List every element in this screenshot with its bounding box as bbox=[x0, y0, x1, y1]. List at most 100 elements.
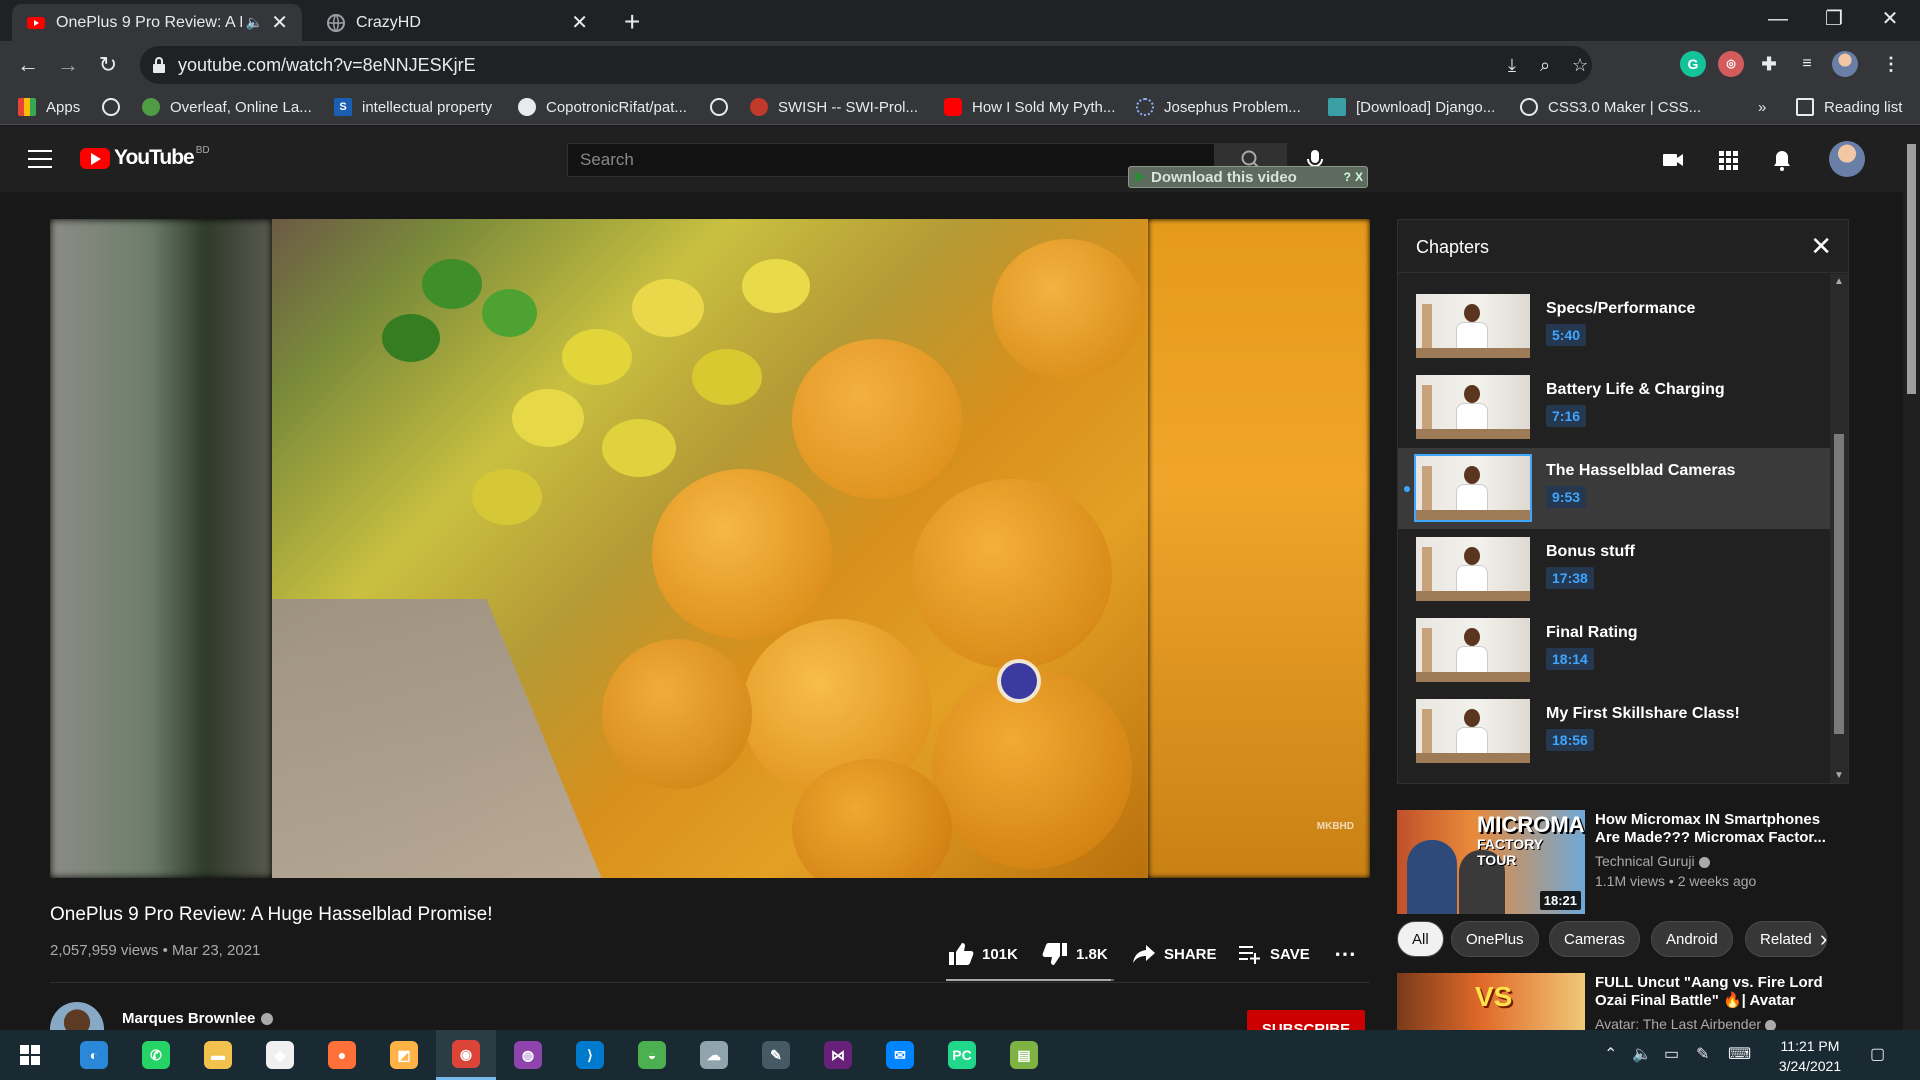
chapter-item[interactable]: My First Skillshare Class! 18:56 bbox=[1398, 691, 1830, 772]
grammarly-extension-icon[interactable]: G bbox=[1680, 51, 1706, 77]
zoom-icon[interactable]: ⌕ bbox=[1540, 55, 1550, 76]
channel-name[interactable]: Marques Brownlee bbox=[122, 1010, 274, 1027]
chapter-item[interactable]: Battery Life & Charging 7:16 bbox=[1398, 367, 1830, 448]
bookmark-youtube[interactable]: How I Sold My Pyth... bbox=[944, 95, 1115, 119]
taskbar-file-explorer[interactable]: ▬ bbox=[188, 1030, 248, 1080]
volume-icon[interactable]: 🔈 bbox=[1632, 1044, 1652, 1064]
taskbar-firefox[interactable]: ● bbox=[312, 1030, 372, 1080]
profile-avatar-icon[interactable] bbox=[1832, 51, 1858, 77]
bookmark-globe-1[interactable] bbox=[102, 95, 130, 119]
chapter-timestamp[interactable]: 9:53 bbox=[1546, 486, 1587, 508]
recommended-video[interactable]: MICROMAX FACTORY TOUR 18:21 How Micromax… bbox=[1397, 810, 1877, 914]
install-app-icon[interactable]: ⤓ bbox=[1508, 55, 1516, 76]
notifications-icon[interactable]: ▢ bbox=[1870, 1044, 1885, 1064]
bookmark-overleaf[interactable]: Overleaf, Online La... bbox=[142, 95, 312, 119]
bookmark-josephus[interactable]: Josephus Problem... bbox=[1136, 95, 1301, 119]
download-video-bar[interactable]: Download this video ? X bbox=[1128, 166, 1368, 188]
bookmark-globe-2[interactable] bbox=[710, 95, 738, 119]
chapter-timestamp[interactable]: 7:16 bbox=[1546, 405, 1587, 427]
forward-icon[interactable]: → bbox=[52, 49, 84, 81]
tab-youtube-video[interactable]: OnePlus 9 Pro Review: A Hug 🔈 ✕ bbox=[12, 4, 302, 41]
minimize-icon[interactable]: — bbox=[1750, 0, 1806, 41]
taskbar-brave[interactable]: ◈ bbox=[250, 1030, 310, 1080]
page-scrollbar[interactable] bbox=[1903, 126, 1920, 1030]
bookmark-star-icon[interactable]: ☆ bbox=[1572, 55, 1588, 76]
chip-cameras[interactable]: Cameras bbox=[1549, 921, 1640, 957]
bookmark-apps[interactable]: Apps bbox=[18, 95, 80, 119]
chip-all[interactable]: All bbox=[1397, 921, 1444, 957]
bookmark-swish[interactable]: SWISH -- SWI-Prol... bbox=[750, 95, 918, 119]
chips-next-chevron-icon[interactable]: › bbox=[1820, 926, 1827, 952]
chapter-timestamp[interactable]: 18:14 bbox=[1546, 648, 1594, 670]
new-tab-icon[interactable]: + bbox=[624, 6, 640, 38]
keyboard-icon[interactable]: ⌨ bbox=[1728, 1044, 1751, 1064]
chapters-scrollbar-thumb[interactable] bbox=[1834, 434, 1844, 734]
window-close-icon[interactable]: ✕ bbox=[1862, 0, 1918, 41]
chapter-item-partial[interactable] bbox=[1398, 274, 1830, 283]
more-bookmarks-icon[interactable]: » bbox=[1758, 95, 1766, 119]
taskbar-whatsapp[interactable]: ✆ bbox=[126, 1030, 186, 1080]
back-icon[interactable]: ← bbox=[12, 49, 44, 81]
chapter-item[interactable]: Specs/Performance 5:40 bbox=[1398, 286, 1830, 367]
bookmark-github[interactable]: CopotronicRifat/pat... bbox=[518, 95, 687, 119]
chapter-item[interactable]: Bonus stuff 17:38 bbox=[1398, 529, 1830, 610]
chrome-menu-icon[interactable]: ⋮ bbox=[1878, 51, 1904, 77]
tray-overflow-chevron-icon[interactable]: ⌃ bbox=[1604, 1044, 1617, 1064]
start-button[interactable] bbox=[0, 1030, 60, 1080]
taskbar-app-sheet[interactable]: ▤ bbox=[994, 1030, 1054, 1080]
search-input[interactable] bbox=[568, 144, 1214, 176]
bookmark-css3-maker[interactable]: CSS3.0 Maker | CSS... bbox=[1520, 95, 1701, 119]
video-player[interactable]: MKBHD bbox=[50, 219, 1370, 878]
page-scrollbar-thumb[interactable] bbox=[1907, 144, 1916, 394]
chapter-item-active[interactable]: The Hasselblad Cameras 9:53 bbox=[1398, 448, 1830, 529]
chip-related[interactable]: Related bbox=[1745, 921, 1827, 957]
more-actions-icon[interactable]: ⋯ bbox=[1334, 941, 1356, 966]
bookmark-intellectual-property[interactable]: S intellectual property bbox=[334, 95, 492, 119]
download-help-icon[interactable]: ? bbox=[1344, 170, 1351, 184]
download-close-icon[interactable]: X bbox=[1355, 170, 1363, 184]
like-button[interactable]: 101K bbox=[948, 942, 1018, 966]
chapter-timestamp[interactable]: 5:40 bbox=[1546, 324, 1587, 346]
tab-close-icon[interactable]: ✕ bbox=[271, 10, 288, 35]
chip-android[interactable]: Android bbox=[1651, 921, 1733, 957]
address-bar[interactable]: youtube.com/watch?v=8eNNJESKjrE ⤓ ⌕ ☆ bbox=[140, 46, 1592, 84]
tab-crazyhd[interactable]: CrazyHD ✕ bbox=[312, 4, 602, 41]
taskbar-search-app[interactable]: ◐ bbox=[64, 1030, 124, 1080]
reading-list-button[interactable]: Reading list bbox=[1796, 95, 1902, 119]
taskbar-app-orange[interactable]: ◩ bbox=[374, 1030, 434, 1080]
dislike-button[interactable]: 1.8K bbox=[1042, 942, 1108, 966]
taskbar-github-desktop[interactable]: ◍ bbox=[498, 1030, 558, 1080]
save-button[interactable]: SAVE bbox=[1238, 942, 1310, 966]
taskbar-chrome[interactable]: ◉ bbox=[436, 1030, 496, 1080]
extensions-puzzle-icon[interactable]: ✚ bbox=[1756, 51, 1782, 77]
restore-icon[interactable]: ❐ bbox=[1806, 0, 1862, 41]
bookmark-django[interactable]: [Download] Django... bbox=[1328, 95, 1495, 119]
chapter-timestamp[interactable]: 17:38 bbox=[1546, 567, 1594, 589]
system-clock[interactable]: 11:21 PM 3/24/2021 bbox=[1770, 1036, 1850, 1076]
scroll-down-icon[interactable]: ▼ bbox=[1834, 770, 1844, 781]
taskbar-messenger[interactable]: ✉ bbox=[870, 1030, 930, 1080]
taskbar-pycharm[interactable]: PC bbox=[932, 1030, 992, 1080]
search-box[interactable] bbox=[567, 143, 1215, 177]
taskbar-vscode[interactable]: ⟩ bbox=[560, 1030, 620, 1080]
taskbar-app-cloud[interactable]: ☁ bbox=[684, 1030, 744, 1080]
extension-icon[interactable]: ◎ bbox=[1718, 51, 1744, 77]
speaker-muted-icon[interactable]: 🔈 bbox=[246, 14, 263, 31]
scroll-up-icon[interactable]: ▲ bbox=[1834, 276, 1844, 287]
chapters-close-icon[interactable]: ✕ bbox=[1810, 233, 1832, 259]
share-button[interactable]: SHARE bbox=[1132, 942, 1217, 966]
media-controls-icon[interactable]: ≡ bbox=[1794, 51, 1820, 77]
taskbar-app-globe[interactable]: ◒ bbox=[622, 1030, 682, 1080]
tab-close-icon[interactable]: ✕ bbox=[571, 10, 588, 35]
pen-icon[interactable]: ✎ bbox=[1696, 1044, 1709, 1064]
chapters-scrollbar[interactable]: ▲ ▼ bbox=[1830, 274, 1848, 783]
taskbar-visual-studio[interactable]: ⋈ bbox=[808, 1030, 868, 1080]
account-avatar[interactable] bbox=[1829, 141, 1865, 177]
reload-icon[interactable]: ↻ bbox=[92, 49, 124, 81]
chapter-timestamp[interactable]: 18:56 bbox=[1546, 729, 1594, 751]
taskbar-app-inkscape[interactable]: ✎ bbox=[746, 1030, 806, 1080]
create-video-icon[interactable] bbox=[1661, 148, 1685, 172]
guide-menu-icon[interactable] bbox=[28, 150, 52, 168]
notifications-bell-icon[interactable] bbox=[1770, 148, 1794, 172]
recommended-video[interactable]: VS FULL Uncut "Aang vs. Fire Lord Ozai F… bbox=[1397, 973, 1877, 1030]
